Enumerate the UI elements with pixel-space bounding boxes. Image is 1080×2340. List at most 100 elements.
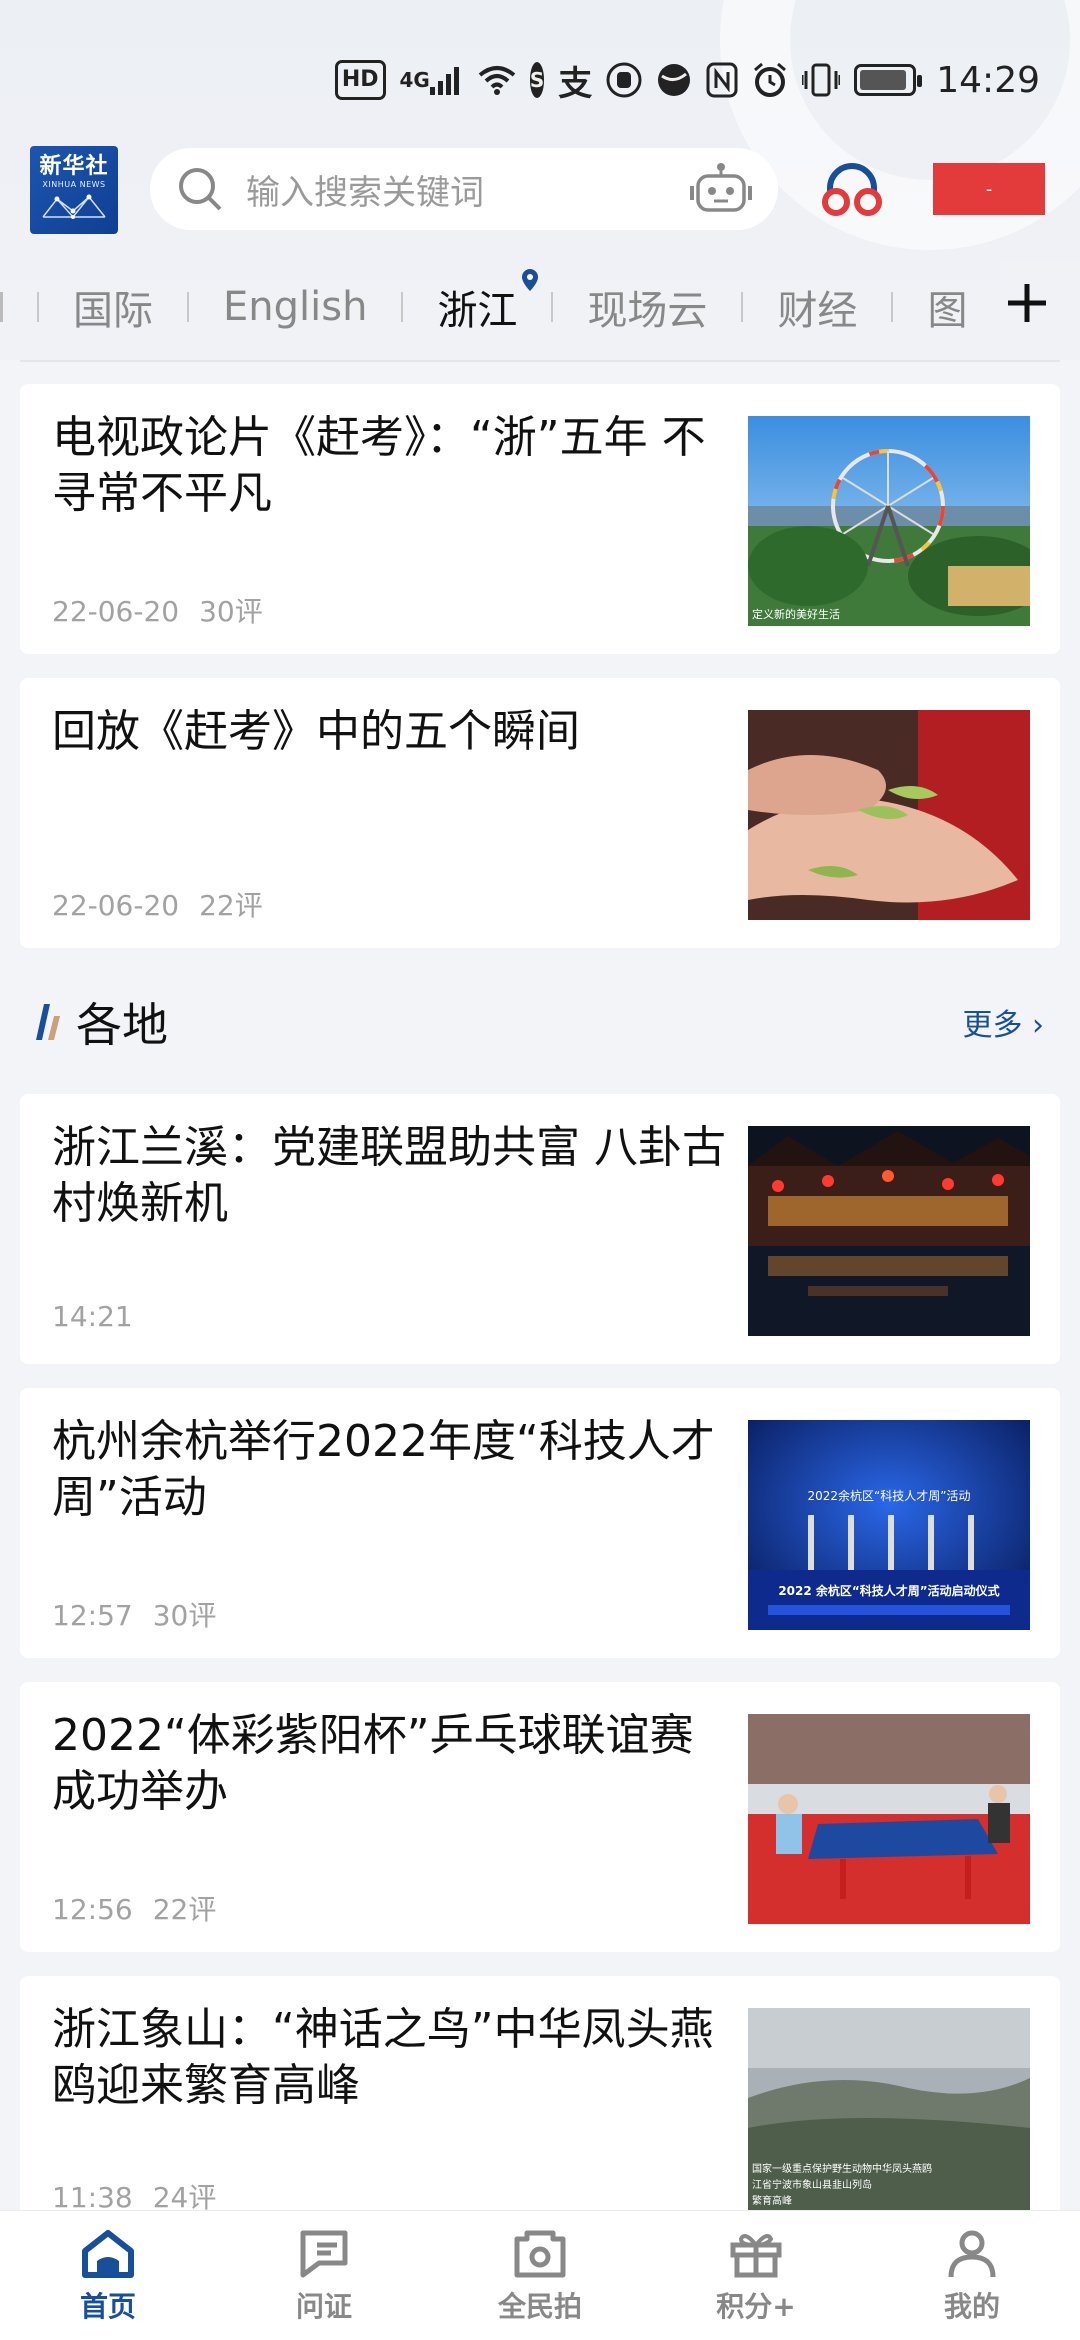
promo-button[interactable]: - <box>933 163 1045 215</box>
news-card[interactable]: 回放《赶考》中的五个瞬间 22-06-20 22评 <box>20 678 1060 948</box>
news-date: 22-06-20 <box>52 595 180 628</box>
news-comments: 30评 <box>199 595 263 628</box>
weibo-icon: S <box>529 62 545 98</box>
gift-icon <box>730 2234 782 2278</box>
news-meta: 12:57 30评 <box>52 1594 216 1634</box>
location-pin-icon <box>522 269 539 291</box>
home-icon <box>82 2230 134 2278</box>
thumbnail-caption: 定义新的美好生活 <box>752 607 840 621</box>
nav-label: 积分+ <box>716 2290 796 2323</box>
news-thumbnail: 国家一级重点保护野生动物中华凤头燕鸥 江省宁波市象山县韭山列岛 繁育高峰 <box>748 2008 1030 2216</box>
thumbnail-caption: 江省宁波市象山县韭山列岛 <box>752 2178 872 2191</box>
logo-subtext: XINHUA NEWS <box>42 180 106 189</box>
news-card[interactable]: 浙江象山：“神话之鸟”中华凤头燕鸥迎来繁育高峰 11:38 24评 国家一级重点保… <box>20 1976 1060 2216</box>
tab-picture[interactable]: 图 <box>927 278 967 336</box>
clock: 14:29 <box>936 59 1040 101</box>
news-comments: 22评 <box>199 889 263 922</box>
news-title: 回放《赶考》中的五个瞬间 <box>52 706 580 757</box>
news-title: 杭州余杭举行2022年度“科技人才周”活动 <box>52 1416 715 1523</box>
hd-icon: HD <box>334 60 386 100</box>
nav-profile[interactable]: 我的 <box>864 2211 1080 2340</box>
local-section-header: 各地 更多 › <box>34 990 1054 1054</box>
wifi-icon <box>478 60 516 100</box>
channel-tabs: 国际 English 浙江 现场云 财经 图 <box>0 262 1080 352</box>
news-title: 浙江象山：“神话之鸟”中华凤头燕鸥迎来繁育高峰 <box>52 2004 714 2111</box>
news-meta: 22-06-20 22评 <box>52 884 263 924</box>
nav-public-shoot[interactable]: 全民拍 <box>432 2211 648 2340</box>
news-comments: 22评 <box>152 1893 217 1926</box>
news-meta: 22-06-20 30评 <box>52 590 263 630</box>
news-date: 14:21 <box>52 1300 133 1333</box>
news-card[interactable]: 浙江兰溪：党建联盟助共富 八卦古村焕新机 14:21 <box>20 1094 1060 1364</box>
nav-home[interactable]: 首页 <box>0 2211 216 2340</box>
news-title: 电视政论片《赶考》：“浙”五年 不寻常不平凡 <box>52 412 706 519</box>
more-link[interactable]: 更多 › <box>962 1000 1044 1044</box>
section-marker-icon <box>36 1004 60 1040</box>
news-title: 2022“体彩紫阳杯”乒乓球联谊赛成功举办 <box>52 1710 694 1817</box>
add-channel-icon[interactable] <box>1004 280 1050 326</box>
network-type: 4G <box>399 68 430 92</box>
tab-separator <box>551 292 554 322</box>
news-card[interactable]: 2022“体彩紫阳杯”乒乓球联谊赛成功举办 12:56 22评 <box>20 1682 1060 1952</box>
vibrate-icon <box>802 60 841 100</box>
tab-separator <box>401 292 404 322</box>
nav-label: 全民拍 <box>497 2290 582 2323</box>
robot-assistant-icon[interactable] <box>690 162 752 216</box>
news-card[interactable]: 杭州余杭举行2022年度“科技人才周”活动 12:57 30评 2022余杭区“科… <box>20 1388 1060 1658</box>
news-comments: 30评 <box>152 1599 217 1632</box>
tab-separator <box>741 292 744 322</box>
signal-icon: 4G <box>400 60 464 100</box>
news-card[interactable]: 电视政论片《赶考》：“浙”五年 不寻常不平凡 22-06-20 30评 定义新的美… <box>20 384 1060 654</box>
hand-icon <box>606 60 642 100</box>
listen-button[interactable] <box>820 158 884 222</box>
news-thumbnail <box>748 1126 1030 1336</box>
tab-zhejiang-label: 浙江 <box>437 288 518 334</box>
search-icon <box>179 168 222 211</box>
news-date: 22-06-20 <box>52 889 180 922</box>
tab-english-label: English <box>223 284 368 330</box>
nfc-icon <box>706 60 738 100</box>
headphones-icon <box>822 163 882 216</box>
tabs-divider <box>20 360 1060 362</box>
news-title: 浙江兰溪：党建联盟助共富 八卦古村焕新机 <box>52 1122 726 1229</box>
camera-icon <box>514 2230 566 2278</box>
news-thumbnail <box>748 1714 1030 1924</box>
nav-question[interactable]: 问证 <box>216 2211 432 2340</box>
nav-label: 首页 <box>79 2290 136 2323</box>
network-globe-icon <box>42 194 106 219</box>
bottom-navigation: 首页 问证 全民拍 积分+ 我的 <box>0 2210 1080 2340</box>
tab-edge-fragment <box>0 292 3 322</box>
section-title: 各地 <box>76 998 168 1052</box>
profile-icon <box>948 2230 996 2278</box>
status-bar: HD 4G S 支 14:29 <box>334 50 1040 110</box>
tab-separator <box>187 292 189 322</box>
search-bar[interactable]: 输入搜索关键词 <box>150 148 778 230</box>
nav-label: 我的 <box>943 2290 1000 2323</box>
news-thumbnail: 定义新的美好生活 <box>748 416 1030 626</box>
news-thumbnail: 2022余杭区“科技人才周”活动 2022 余杭区“科技人才周”活动启动仪式 <box>748 1420 1030 1630</box>
thumbnail-caption: 2022 余杭区“科技人才周”活动启动仪式 <box>778 1583 999 1598</box>
xinhua-logo[interactable]: 新华社 XINHUA NEWS <box>30 146 118 234</box>
flag-icon <box>300 2230 348 2278</box>
battery-icon <box>854 60 923 100</box>
logo-text: 新华社 <box>39 154 109 179</box>
tab-finance[interactable]: 财经 <box>777 278 857 336</box>
tab-live-cloud[interactable]: 现场云 <box>587 278 707 336</box>
tab-international[interactable]: 国际 <box>73 278 153 336</box>
globe-icon <box>656 60 692 100</box>
news-meta: 12:56 22评 <box>52 1888 216 1928</box>
search-placeholder: 输入搜索关键词 <box>246 172 484 213</box>
tab-zhejiang[interactable]: 浙江 <box>437 269 539 336</box>
thumbnail-caption: 繁育高峰 <box>752 2194 792 2207</box>
news-date: 12:56 <box>52 1893 133 1926</box>
thumbnail-caption: 2022余杭区“科技人才周”活动 <box>808 1488 971 1503</box>
tab-separator <box>891 292 894 322</box>
nav-points[interactable]: 积分+ <box>648 2211 864 2340</box>
thumbnail-caption: 国家一级重点保护野生动物中华凤头燕鸥 <box>752 2162 932 2175</box>
tab-separator <box>37 292 39 322</box>
alipay-icon: 支 <box>558 63 593 104</box>
tab-english[interactable]: English <box>223 284 367 330</box>
news-meta: 14:21 <box>52 1300 133 1333</box>
alarm-icon <box>752 60 788 100</box>
news-thumbnail <box>748 710 1030 920</box>
